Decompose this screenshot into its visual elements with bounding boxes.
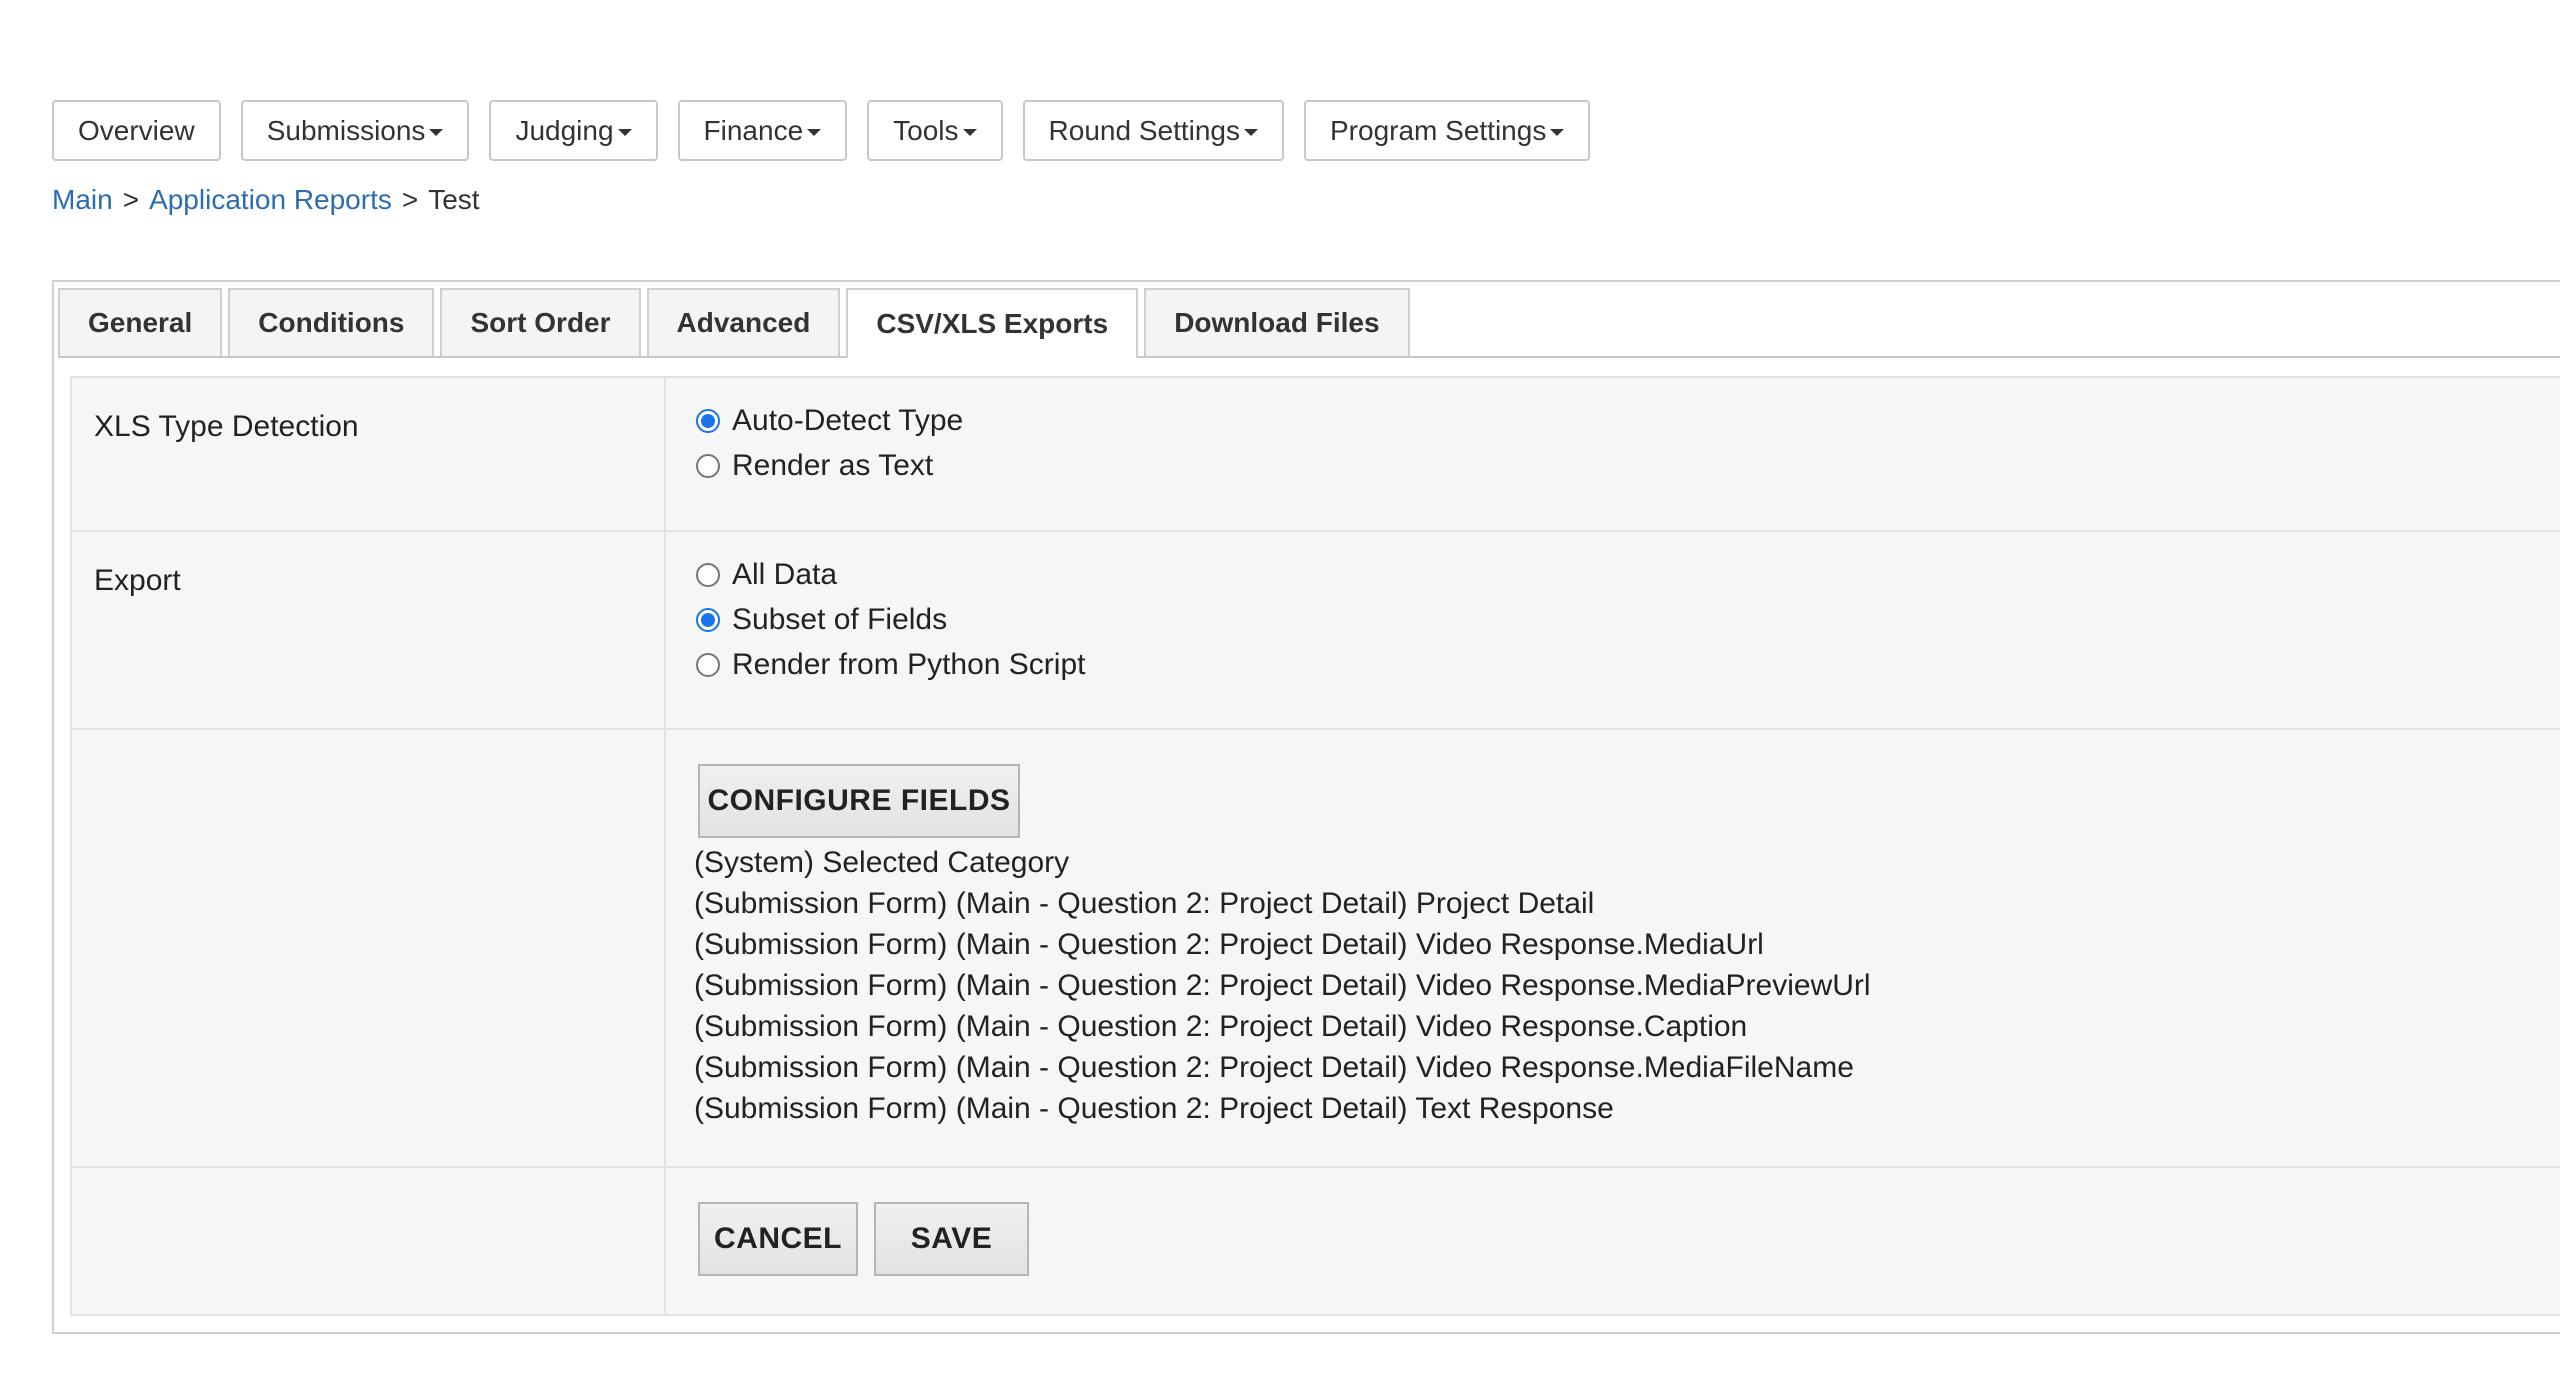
- breadcrumb-separator: >: [401, 184, 419, 215]
- radio-unchecked-icon[interactable]: [696, 454, 720, 478]
- nav-submissions-label: Submissions: [266, 114, 426, 146]
- radio-subset-of-fields[interactable]: Subset of Fields: [696, 603, 947, 637]
- nav-judging-dropdown[interactable]: Judging: [489, 100, 658, 161]
- list-item: (Submission Form) (Main - Question 2: Pr…: [694, 887, 1595, 920]
- save-button[interactable]: SAVE: [874, 1202, 1029, 1276]
- nav-overview-label: Overview: [78, 114, 195, 146]
- nav-round-settings-dropdown[interactable]: Round Settings: [1022, 100, 1284, 161]
- export-label: Export: [94, 564, 181, 597]
- xls-detection-label-cell: XLS Type Detection: [72, 378, 666, 530]
- selected-fields-list: (System) Selected Category (Submission F…: [694, 842, 1871, 1129]
- list-item: (Submission Form) (Main - Question 2: Pr…: [694, 1051, 1854, 1084]
- caret-down-icon: [962, 129, 977, 136]
- nav-finance-dropdown[interactable]: Finance: [677, 100, 848, 161]
- radio-checked-icon[interactable]: [696, 608, 720, 632]
- radio-auto-detect-label: Auto-Detect Type: [732, 404, 964, 437]
- xls-detection-options: Auto-Detect Type Render as Text: [666, 378, 2560, 530]
- list-item: (Submission Form) (Main - Question 2: Pr…: [694, 1092, 1614, 1125]
- actions-row: CANCEL SAVE: [72, 1166, 2560, 1316]
- report-panel: General Conditions Sort Order Advanced C…: [52, 280, 2560, 1334]
- breadcrumb-current: Test: [428, 184, 480, 215]
- caret-down-icon: [1550, 129, 1565, 136]
- breadcrumb-link-main[interactable]: Main: [52, 184, 113, 215]
- nav-finance-label: Finance: [703, 114, 804, 146]
- radio-checked-icon[interactable]: [696, 409, 720, 433]
- nav-round-settings-label: Round Settings: [1048, 114, 1240, 146]
- radio-auto-detect-type[interactable]: Auto-Detect Type: [696, 404, 963, 438]
- nav-submissions-dropdown[interactable]: Submissions: [240, 100, 470, 161]
- nav-program-settings-dropdown[interactable]: Program Settings: [1304, 100, 1591, 161]
- tab-general[interactable]: General: [58, 288, 223, 356]
- radio-render-as-text-label: Render as Text: [732, 449, 934, 482]
- nav-judging-label: Judging: [515, 114, 614, 146]
- tab-advanced[interactable]: Advanced: [646, 288, 841, 356]
- radio-render-python-label: Render from Python Script: [732, 648, 1086, 681]
- breadcrumb-link-application-reports[interactable]: Application Reports: [149, 184, 392, 215]
- tab-csv-xls-exports[interactable]: CSV/XLS Exports: [846, 288, 1139, 358]
- actions-value-cell: CANCEL SAVE: [666, 1166, 2560, 1316]
- nav-program-settings-label: Program Settings: [1330, 114, 1547, 146]
- nav-tools-label: Tools: [893, 114, 959, 146]
- caret-down-icon: [1244, 129, 1258, 136]
- fields-label-cell: [72, 728, 666, 1166]
- radio-unchecked-icon[interactable]: [696, 563, 720, 587]
- actions-label-cell: [72, 1166, 666, 1316]
- radio-all-data-label: All Data: [732, 558, 838, 591]
- export-options: All Data Subset of Fields Render from Py…: [666, 530, 2560, 728]
- list-item: (System) Selected Category: [694, 846, 1070, 879]
- xls-detection-row: XLS Type Detection Auto-Detect Type Rend…: [72, 378, 2560, 532]
- list-item: (Submission Form) (Main - Question 2: Pr…: [694, 928, 1764, 961]
- nav-tools-dropdown[interactable]: Tools: [867, 100, 1003, 161]
- nav-overview-button[interactable]: Overview: [52, 100, 221, 161]
- breadcrumb: Main > Application Reports > Test: [52, 184, 480, 216]
- caret-down-icon: [807, 129, 822, 136]
- radio-subset-of-fields-label: Subset of Fields: [732, 603, 948, 636]
- top-nav: Overview Submissions Judging Finance Too…: [52, 100, 1591, 161]
- caret-down-icon: [617, 129, 632, 136]
- tab-download-files[interactable]: Download Files: [1144, 288, 1410, 356]
- radio-render-as-text[interactable]: Render as Text: [696, 449, 933, 483]
- form-content: XLS Type Detection Auto-Detect Type Rend…: [70, 376, 2560, 1316]
- export-row: Export All Data Subset of Fields Render …: [72, 530, 2560, 730]
- configure-fields-button[interactable]: CONFIGURE FIELDS: [698, 764, 1020, 838]
- cancel-button[interactable]: CANCEL: [698, 1202, 858, 1276]
- list-item: (Submission Form) (Main - Question 2: Pr…: [694, 969, 1871, 1002]
- tab-sort-order[interactable]: Sort Order: [440, 288, 641, 356]
- radio-render-from-python-script[interactable]: Render from Python Script: [696, 648, 1085, 682]
- tab-conditions[interactable]: Conditions: [228, 288, 435, 356]
- breadcrumb-separator: >: [122, 184, 140, 215]
- xls-detection-label: XLS Type Detection: [94, 410, 359, 443]
- export-label-cell: Export: [72, 530, 666, 728]
- caret-down-icon: [429, 129, 444, 136]
- tab-bar: General Conditions Sort Order Advanced C…: [58, 288, 2560, 358]
- fields-value-cell: CONFIGURE FIELDS (System) Selected Categ…: [666, 728, 2560, 1166]
- radio-all-data[interactable]: All Data: [696, 558, 837, 592]
- radio-unchecked-icon[interactable]: [696, 653, 720, 677]
- fields-row: CONFIGURE FIELDS (System) Selected Categ…: [72, 728, 2560, 1168]
- list-item: (Submission Form) (Main - Question 2: Pr…: [694, 1010, 1748, 1043]
